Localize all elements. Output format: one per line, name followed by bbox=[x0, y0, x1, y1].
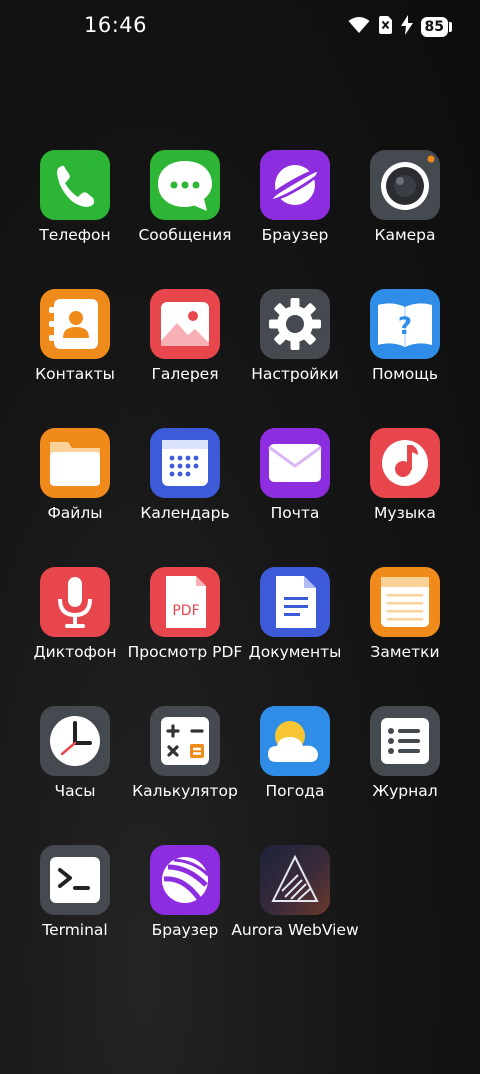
app-camera[interactable]: Камера bbox=[345, 150, 465, 270]
weather-icon bbox=[260, 706, 330, 776]
app-calculator[interactable]: Калькулятор bbox=[125, 706, 245, 826]
calendar-icon bbox=[150, 428, 220, 498]
wifi-icon bbox=[348, 16, 370, 38]
no-sim-icon bbox=[378, 15, 393, 39]
app-weather[interactable]: Погода bbox=[235, 706, 355, 826]
settings-gear-icon bbox=[260, 289, 330, 359]
gallery-icon bbox=[150, 289, 220, 359]
contacts-icon bbox=[40, 289, 110, 359]
messages-icon bbox=[150, 150, 220, 220]
app-label: Музыка bbox=[374, 504, 436, 522]
clock-icon bbox=[40, 706, 110, 776]
status-bar: 16:46 85 bbox=[0, 0, 480, 56]
app-music[interactable]: Музыка bbox=[345, 428, 465, 548]
status-icons: 85 bbox=[348, 15, 452, 39]
music-icon bbox=[370, 428, 440, 498]
app-pdf-viewer[interactable]: PDF Просмотр PDF bbox=[125, 567, 245, 687]
app-help[interactable]: ? Помощь bbox=[345, 289, 465, 409]
app-settings[interactable]: Настройки bbox=[235, 289, 355, 409]
phone-icon bbox=[40, 150, 110, 220]
app-browser-2[interactable]: Браузер bbox=[125, 845, 245, 965]
browser-sphere-icon bbox=[150, 845, 220, 915]
folder-icon bbox=[40, 428, 110, 498]
calculator-icon bbox=[150, 706, 220, 776]
terminal-icon bbox=[40, 845, 110, 915]
app-calendar[interactable]: Календарь bbox=[125, 428, 245, 548]
document-icon bbox=[260, 567, 330, 637]
svg-text:?: ? bbox=[398, 312, 412, 340]
app-label: Aurora WebView bbox=[231, 921, 359, 939]
app-recorder[interactable]: Диктофон bbox=[15, 567, 135, 687]
charging-icon bbox=[400, 15, 413, 39]
app-gallery[interactable]: Галерея bbox=[125, 289, 245, 409]
app-contacts[interactable]: Контакты bbox=[15, 289, 135, 409]
app-journal[interactable]: Журнал bbox=[345, 706, 465, 826]
app-documents[interactable]: Документы bbox=[235, 567, 355, 687]
status-time: 16:46 bbox=[84, 13, 148, 37]
app-notes[interactable]: Заметки bbox=[345, 567, 465, 687]
app-label: Камера bbox=[374, 226, 436, 244]
aurora-webview-icon bbox=[260, 845, 330, 915]
app-mail[interactable]: Почта bbox=[235, 428, 355, 548]
app-phone[interactable]: Телефон bbox=[15, 150, 135, 270]
help-book-icon: ? bbox=[370, 289, 440, 359]
app-terminal[interactable]: Terminal bbox=[15, 845, 135, 965]
journal-list-icon bbox=[370, 706, 440, 776]
notes-icon bbox=[370, 567, 440, 637]
app-browser[interactable]: Браузер bbox=[235, 150, 355, 270]
app-label: Помощь bbox=[371, 365, 439, 383]
app-label: Заметки bbox=[370, 643, 440, 661]
microphone-icon bbox=[40, 567, 110, 637]
pdf-icon: PDF bbox=[150, 567, 220, 637]
app-files[interactable]: Файлы bbox=[15, 428, 135, 548]
app-label: Журнал bbox=[372, 782, 438, 800]
app-aurora-webview[interactable]: Aurora WebView bbox=[231, 845, 359, 965]
camera-icon bbox=[370, 150, 440, 220]
mail-icon bbox=[260, 428, 330, 498]
app-messages[interactable]: Сообщения bbox=[125, 150, 245, 270]
battery-icon bbox=[449, 22, 452, 32]
svg-text:PDF: PDF bbox=[172, 603, 199, 619]
browser-planet-icon bbox=[260, 150, 330, 220]
app-clock[interactable]: Часы bbox=[15, 706, 135, 826]
battery-level: 85 bbox=[420, 17, 448, 37]
